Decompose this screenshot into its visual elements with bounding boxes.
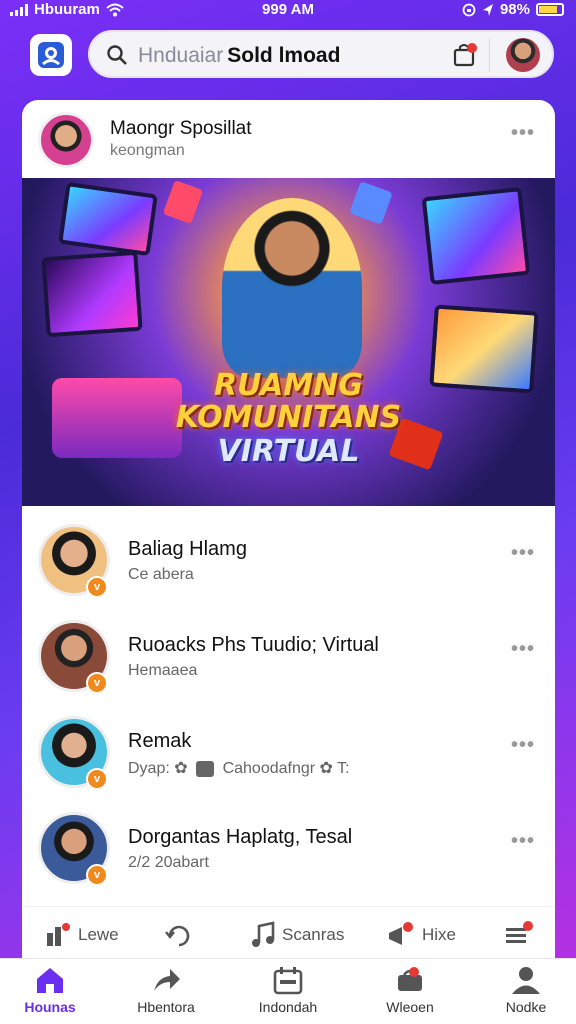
- quick-actions-bar: Lewe Scanras Hixe: [22, 906, 555, 962]
- quick-action-hixe[interactable]: Hixe: [386, 921, 456, 949]
- verified-badge-icon: v: [86, 768, 108, 790]
- top-bar: Hnduaiar Sold lmoad: [0, 28, 576, 82]
- banner-title-line3: VIRTUAL: [217, 434, 360, 469]
- banner-title-line1: RUAMNG: [214, 368, 363, 403]
- megaphone-icon: [389, 922, 413, 945]
- search-divider: [489, 38, 490, 72]
- profile-icon: [512, 967, 540, 994]
- post-banner-image[interactable]: RUAMNG KOMUNITANS VIRTUAL: [22, 178, 555, 506]
- list-item-title: Ruoacks Phs Tuudio; Virtual: [128, 634, 379, 656]
- home-icon: [37, 968, 63, 993]
- battery-icon: [536, 3, 564, 16]
- image-icon: [196, 760, 215, 777]
- list-icon: [506, 921, 533, 943]
- list-item-meta: Ce abera: [128, 566, 194, 583]
- refresh-icon: [165, 925, 190, 947]
- gear-icon: ✿: [174, 760, 188, 777]
- notification-icon: [398, 967, 422, 991]
- list-item[interactable]: v Baliag Hlamg Ce abera •••: [22, 510, 555, 606]
- nav-hbentora[interactable]: Hbentora: [118, 965, 214, 1015]
- music-note-icon: [252, 921, 275, 947]
- battery-percent: 98%: [499, 1, 530, 18]
- post-author-avatar[interactable]: [38, 112, 94, 168]
- list-item-meta: Hemaaea: [128, 662, 198, 679]
- list-item-title: Dorgantas Haplatg, Tesal: [128, 826, 353, 848]
- list-item[interactable]: v Dorgantas Haplatg, Tesal 2/2 20abart •…: [22, 798, 555, 894]
- nav-wleoen[interactable]: Wleoen: [362, 965, 458, 1015]
- more-options-icon[interactable]: •••: [511, 638, 535, 661]
- cube-graphic: [162, 179, 204, 225]
- nav-nodke[interactable]: Nodke: [478, 965, 574, 1015]
- list-item-title: Baliag Hlamg: [128, 538, 247, 560]
- share-icon: [154, 969, 180, 991]
- app-logo[interactable]: [30, 34, 72, 76]
- monitor-graphic: [41, 250, 143, 338]
- quick-action-lewe[interactable]: Lewe: [44, 921, 119, 949]
- more-options-icon[interactable]: •••: [511, 542, 535, 565]
- calendar-icon: [273, 967, 303, 995]
- status-bar: Hbuuram 999 AM 98%: [0, 0, 576, 22]
- more-options-icon[interactable]: •••: [511, 830, 535, 853]
- quick-action-list[interactable]: [504, 921, 534, 949]
- verified-badge-icon: v: [86, 864, 108, 886]
- post-subtitle: keongman: [110, 142, 185, 159]
- user-avatar[interactable]: [506, 38, 540, 72]
- search-input[interactable]: Hnduaiar Sold lmoad: [138, 44, 340, 68]
- search-icon: [107, 45, 127, 65]
- post-author[interactable]: Maongr Sposillat: [110, 118, 252, 140]
- nav-home[interactable]: Hounas: [2, 965, 98, 1015]
- community-logo-icon: [38, 42, 64, 68]
- gear-icon: ✿: [319, 760, 333, 777]
- monitor-graphic: [421, 187, 531, 285]
- quick-action-scanras[interactable]: Scanras: [250, 921, 344, 949]
- verified-badge-icon: v: [86, 672, 108, 694]
- quick-action-refresh[interactable]: [162, 921, 196, 951]
- monitor-graphic: [58, 181, 158, 257]
- shopping-bag-icon[interactable]: [452, 42, 478, 68]
- cube-graphic: [349, 181, 393, 225]
- feed-card: Maongr Sposillat keongman ••• RUAMNG KOM…: [22, 100, 555, 1020]
- list-item-meta: Dyap: ✿ Cahoodafngr ✿ T:: [128, 760, 350, 777]
- bottom-navigation: Hounas Hbentora Indondah Wleoen Nodke: [0, 958, 576, 1024]
- more-options-icon[interactable]: •••: [511, 734, 535, 757]
- location-icon: [482, 3, 493, 16]
- verified-badge-icon: v: [86, 576, 108, 598]
- post-more-icon[interactable]: •••: [511, 122, 535, 145]
- character-graphic: [222, 198, 362, 378]
- lock-rotation-icon: [462, 3, 476, 16]
- search-bar[interactable]: Hnduaiar Sold lmoad: [88, 30, 554, 78]
- list-item[interactable]: v Ruoacks Phs Tuudio; Virtual Hemaaea ••…: [22, 606, 555, 702]
- banner-title-line2: KOMUNITANS: [175, 400, 402, 435]
- list-item-title: Remak: [128, 730, 192, 752]
- chart-icon: [47, 923, 70, 946]
- list-item[interactable]: v Remak Dyap: ✿ Cahoodafngr ✿ T: •••: [22, 702, 555, 798]
- nav-indondah[interactable]: Indondah: [240, 965, 336, 1015]
- post-header: Maongr Sposillat keongman •••: [22, 100, 555, 178]
- list-item-meta: 2/2 20abart: [128, 854, 209, 871]
